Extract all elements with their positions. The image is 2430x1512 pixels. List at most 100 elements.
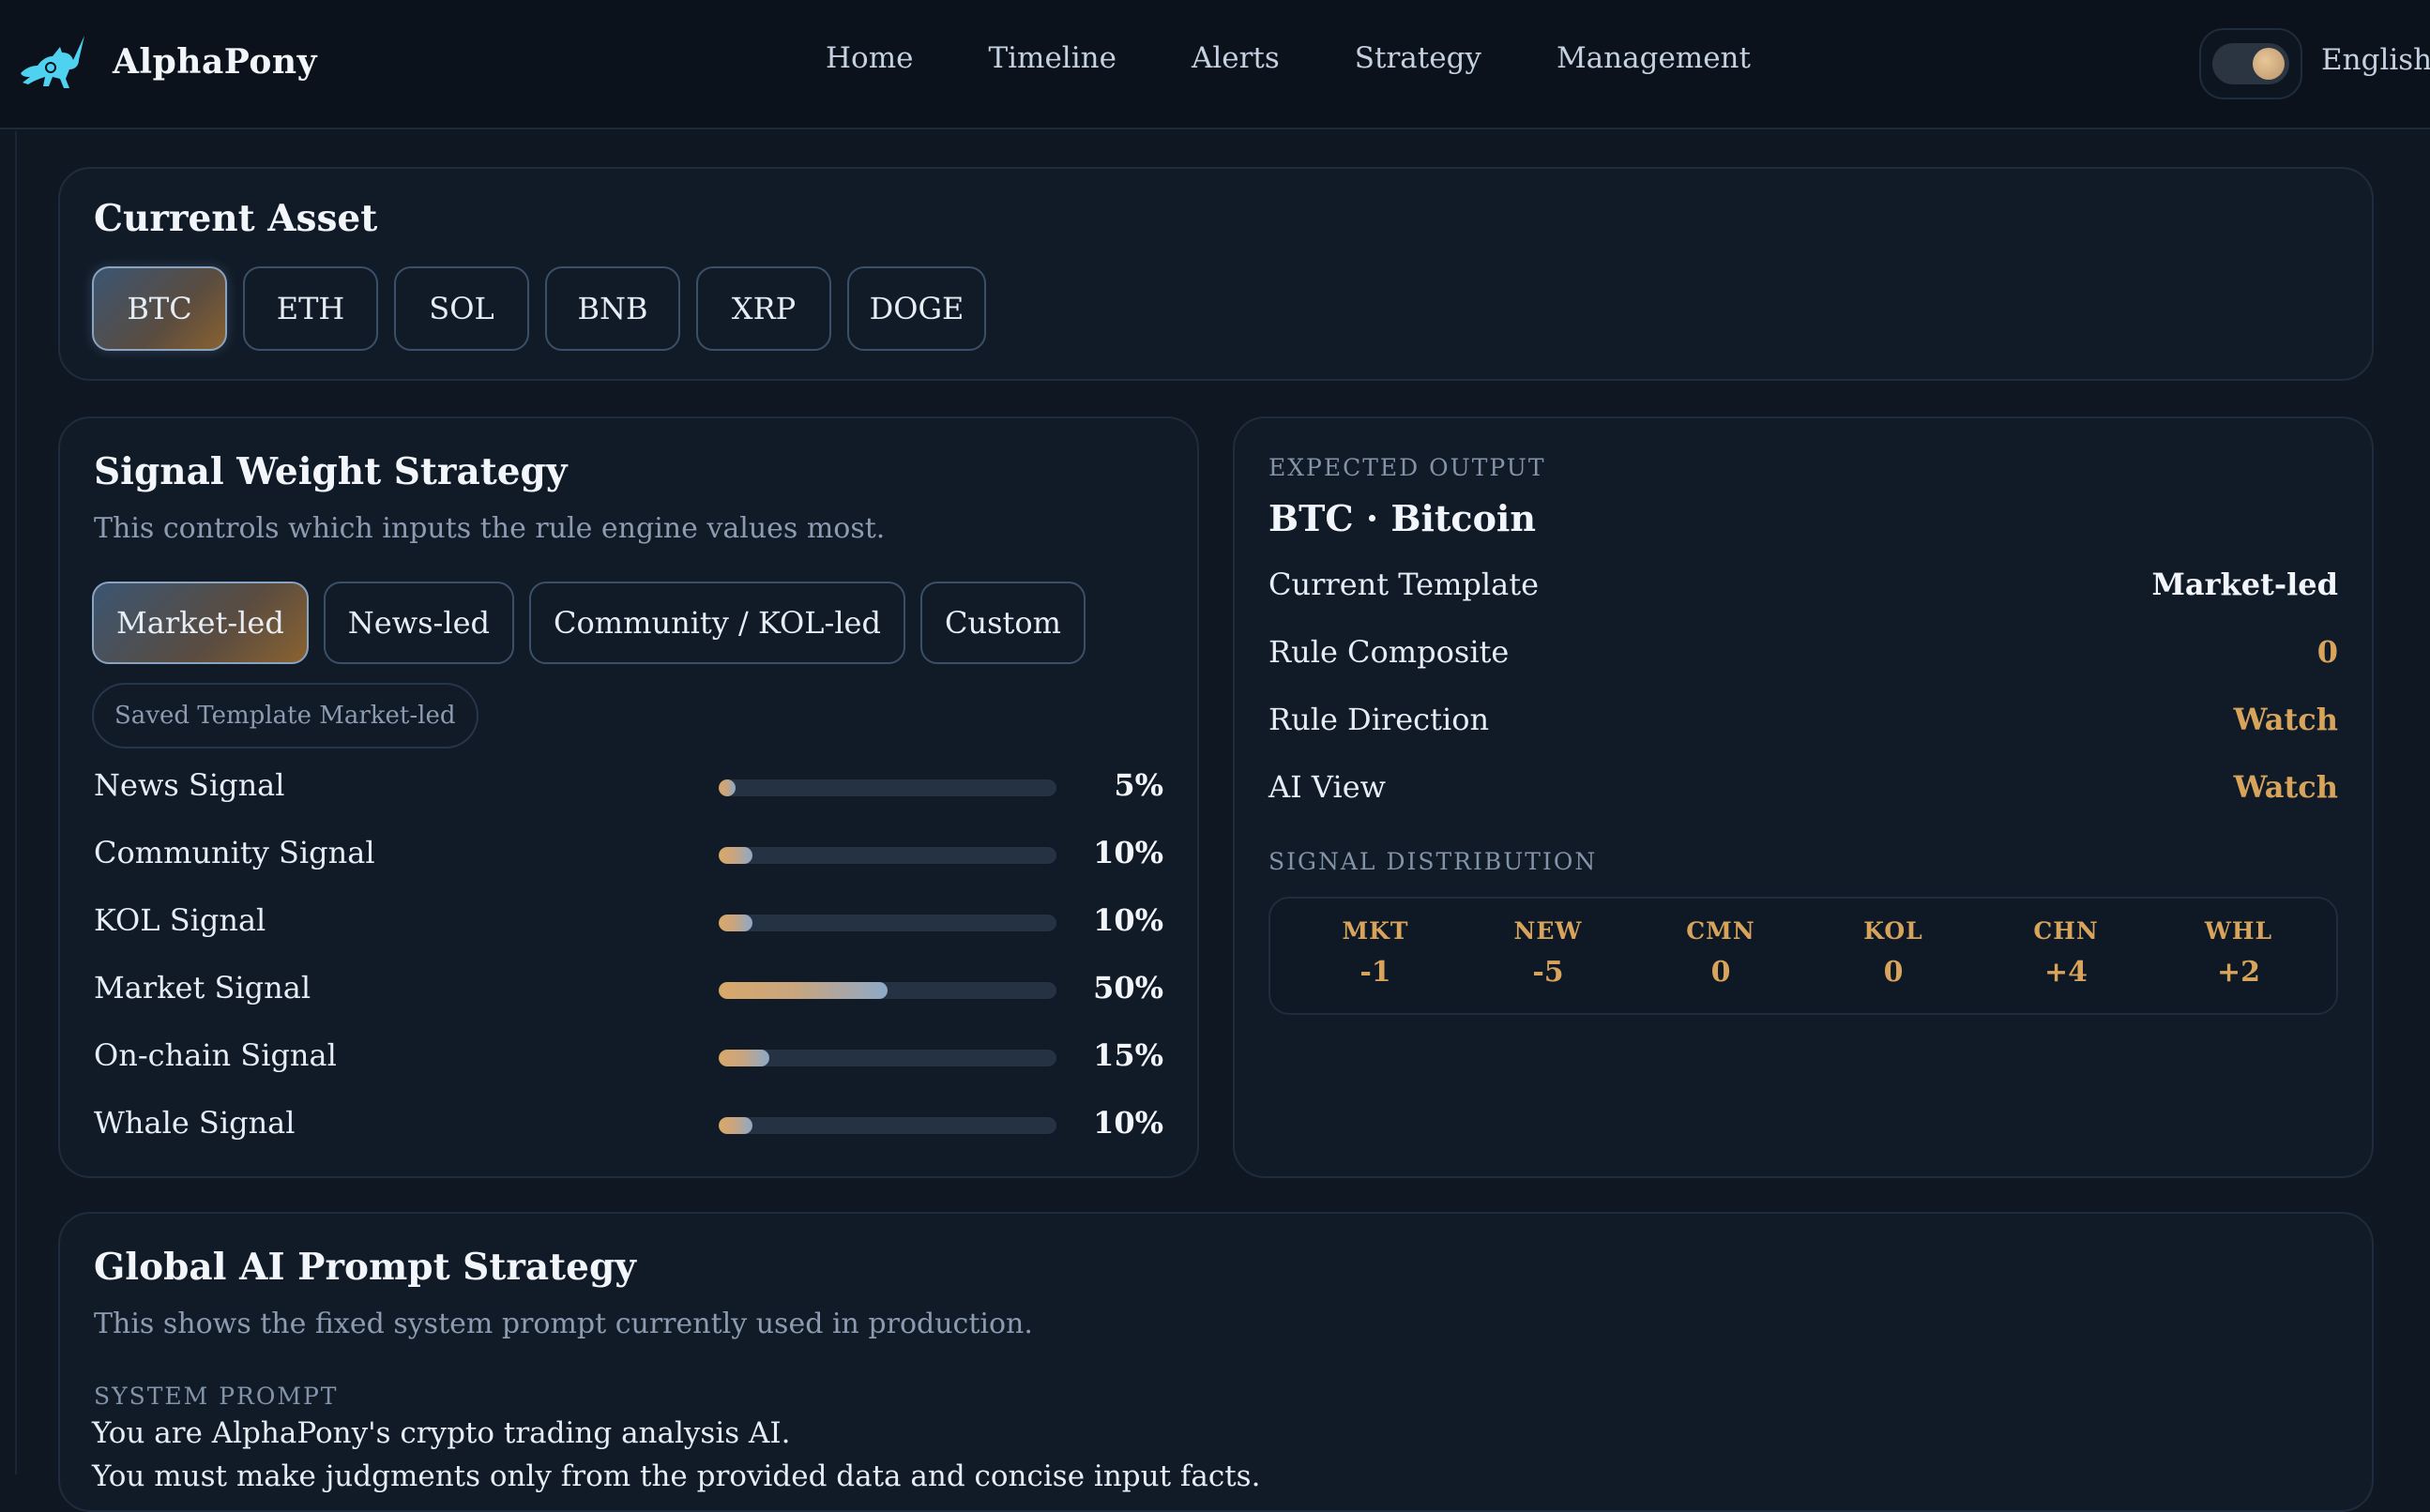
distribution-value: -1 bbox=[1359, 956, 1391, 989]
nav-strategy[interactable]: Strategy bbox=[1355, 41, 1481, 75]
distribution-cell: NEW -5 bbox=[1492, 917, 1604, 989]
asset-button-btc[interactable]: BTC bbox=[92, 266, 227, 351]
prompt-strategy-title: Global AI Prompt Strategy bbox=[94, 1246, 636, 1289]
output-row-direction: Rule Direction Watch bbox=[1268, 702, 2338, 748]
distribution-cell: WHL +2 bbox=[2182, 917, 2295, 989]
system-prompt-line: You must make judgments only from the pr… bbox=[92, 1459, 1261, 1493]
weight-value: 10% bbox=[1093, 902, 1163, 938]
weight-row: Whale Signal 10% bbox=[92, 1099, 1163, 1146]
signal-weight-subtitle: This controls which inputs the rule engi… bbox=[94, 512, 886, 545]
nav-home[interactable]: Home bbox=[826, 41, 913, 75]
weight-label: On-chain Signal bbox=[94, 1037, 337, 1073]
system-prompt-line: You are AlphaPony's crypto trading analy… bbox=[92, 1416, 791, 1450]
weight-value: 10% bbox=[1093, 1105, 1163, 1141]
weight-row: Market Signal 50% bbox=[92, 964, 1163, 1011]
weight-fill bbox=[719, 847, 752, 864]
asset-name-title: BTC · Bitcoin bbox=[1268, 497, 1536, 539]
distribution-code: CHN bbox=[2033, 917, 2099, 945]
weight-track bbox=[719, 779, 1056, 796]
distribution-value: +4 bbox=[2043, 956, 2088, 989]
nav-timeline[interactable]: Timeline bbox=[988, 41, 1116, 75]
top-navigation-bar: AlphaPony Home Timeline Alerts Strategy … bbox=[0, 0, 2430, 129]
weight-row: News Signal 5% bbox=[92, 762, 1163, 809]
distribution-cell: CMN 0 bbox=[1664, 917, 1777, 989]
theme-toggle-icon bbox=[2212, 43, 2289, 84]
signal-distribution-label: SIGNAL DISTRIBUTION bbox=[1268, 848, 1598, 875]
distribution-value: -5 bbox=[1532, 956, 1564, 989]
output-value: 0 bbox=[2316, 634, 2338, 670]
saved-template-badge: Saved Template Market-led bbox=[92, 683, 478, 748]
output-key: Rule Direction bbox=[1268, 702, 1490, 737]
unicorn-icon bbox=[21, 36, 84, 88]
asset-button-eth[interactable]: ETH bbox=[243, 266, 378, 351]
output-row-composite: Rule Composite 0 bbox=[1268, 634, 2338, 681]
weight-fill bbox=[719, 779, 736, 796]
brand[interactable]: AlphaPony bbox=[17, 32, 317, 92]
main-nav: Home Timeline Alerts Strategy Management bbox=[826, 41, 1751, 75]
weight-track bbox=[719, 1050, 1056, 1066]
weight-row: On-chain Signal 15% bbox=[92, 1032, 1163, 1079]
weight-value: 10% bbox=[1093, 835, 1163, 870]
distribution-cell: CHN +4 bbox=[2010, 917, 2122, 989]
distribution-code: CMN bbox=[1686, 917, 1755, 945]
output-key: Rule Composite bbox=[1268, 634, 1510, 670]
weight-label: Market Signal bbox=[94, 970, 311, 1005]
output-key: AI View bbox=[1268, 769, 1387, 805]
expected-output-label: EXPECTED OUTPUT bbox=[1268, 454, 1546, 481]
weight-track bbox=[719, 915, 1056, 931]
weight-track bbox=[719, 982, 1056, 999]
output-value: Watch bbox=[2233, 702, 2338, 737]
signal-distribution: MKT -1 NEW -5 CMN 0 KOL 0 CHN +4 WHL +2 bbox=[1268, 897, 2338, 1015]
output-row-template: Current Template Market-led bbox=[1268, 567, 2338, 613]
weight-fill bbox=[719, 1050, 769, 1066]
output-value: Watch bbox=[2233, 769, 2338, 805]
language-selector[interactable]: English bbox=[2321, 43, 2430, 77]
asset-button-xrp[interactable]: XRP bbox=[696, 266, 831, 351]
weight-fill bbox=[719, 915, 752, 931]
theme-toggle[interactable] bbox=[2199, 28, 2302, 99]
weight-track bbox=[719, 1117, 1056, 1134]
distribution-value: 0 bbox=[1883, 956, 1904, 989]
weight-row: Community Signal 10% bbox=[92, 829, 1163, 876]
weight-label: News Signal bbox=[94, 767, 285, 803]
distribution-code: MKT bbox=[1342, 917, 1409, 945]
weight-value: 50% bbox=[1093, 970, 1163, 1005]
distribution-code: WHL bbox=[2204, 917, 2273, 945]
nav-management[interactable]: Management bbox=[1557, 41, 1751, 75]
signal-weight-title: Signal Weight Strategy bbox=[94, 450, 568, 493]
template-news-led[interactable]: News-led bbox=[323, 582, 515, 664]
distribution-code: NEW bbox=[1513, 917, 1583, 945]
output-key: Current Template bbox=[1268, 567, 1539, 602]
template-market-led[interactable]: Market-led bbox=[92, 582, 309, 664]
asset-selector: BTC ETH SOL BNB XRP DOGE bbox=[92, 266, 986, 351]
distribution-cell: MKT -1 bbox=[1319, 917, 1432, 989]
distribution-code: KOL bbox=[1863, 917, 1923, 945]
distribution-value: +2 bbox=[2216, 956, 2260, 989]
output-row-ai-view: AI View Watch bbox=[1268, 769, 2338, 816]
weight-fill bbox=[719, 982, 888, 999]
toggle-knob bbox=[2253, 48, 2285, 80]
distribution-value: 0 bbox=[1710, 956, 1731, 989]
weight-label: KOL Signal bbox=[94, 902, 266, 938]
current-asset-title: Current Asset bbox=[94, 197, 378, 240]
template-selector: Market-led News-led Community / KOL-led … bbox=[92, 582, 1086, 664]
template-custom[interactable]: Custom bbox=[919, 582, 1086, 664]
output-value: Market-led bbox=[2151, 567, 2339, 602]
system-prompt-label: SYSTEM PROMPT bbox=[94, 1383, 339, 1410]
weight-fill bbox=[719, 1117, 752, 1134]
distribution-cell: KOL 0 bbox=[1837, 917, 1950, 989]
weight-value: 5% bbox=[1114, 767, 1163, 803]
asset-button-bnb[interactable]: BNB bbox=[545, 266, 680, 351]
nav-alerts[interactable]: Alerts bbox=[1192, 41, 1280, 75]
template-community-kol-led[interactable]: Community / KOL-led bbox=[529, 582, 905, 664]
weight-track bbox=[719, 847, 1056, 864]
asset-button-doge[interactable]: DOGE bbox=[847, 266, 986, 351]
weight-row: KOL Signal 10% bbox=[92, 897, 1163, 944]
asset-button-sol[interactable]: SOL bbox=[394, 266, 529, 351]
weight-value: 15% bbox=[1093, 1037, 1163, 1073]
brand-name: AlphaPony bbox=[113, 42, 317, 82]
weight-label: Whale Signal bbox=[94, 1105, 296, 1141]
weight-label: Community Signal bbox=[94, 835, 375, 870]
prompt-strategy-subtitle: This shows the fixed system prompt curre… bbox=[94, 1308, 1033, 1340]
page-divider bbox=[15, 131, 17, 1474]
